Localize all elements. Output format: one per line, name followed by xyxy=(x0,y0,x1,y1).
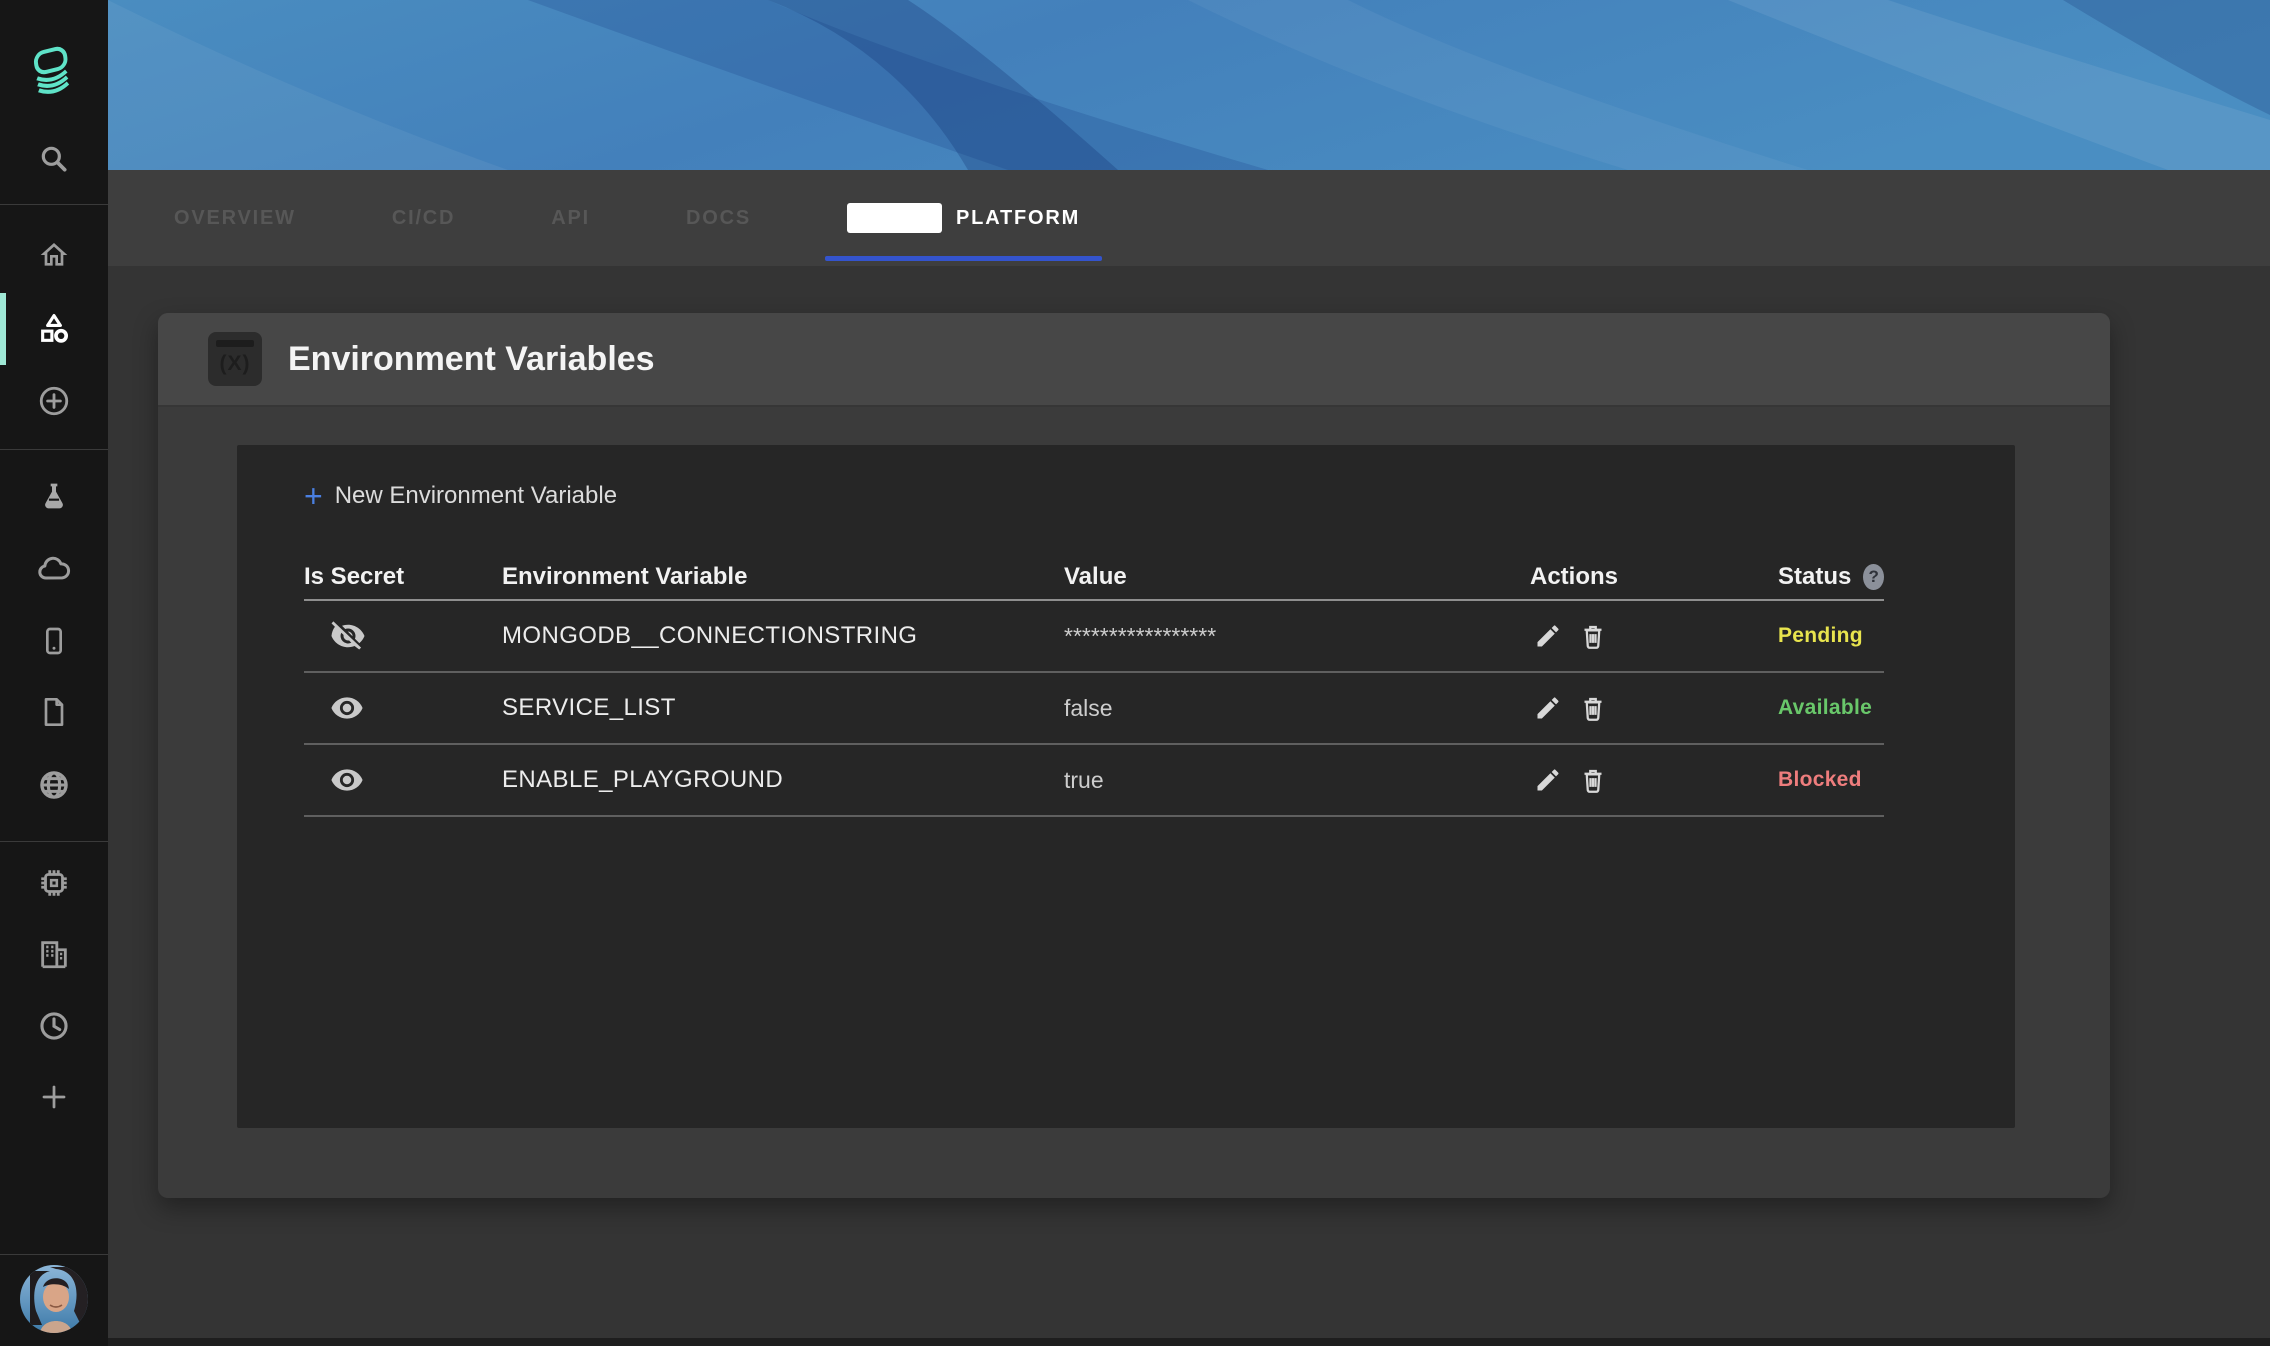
sidebar-item-add[interactable] xyxy=(0,1061,108,1133)
sidebar-item-catalog[interactable] xyxy=(0,293,108,365)
variable-name: MONGODB__CONNECTIONSTRING xyxy=(502,622,1064,650)
user-avatar[interactable] xyxy=(20,1265,88,1333)
variable-name: ENABLE_PLAYGROUND xyxy=(502,766,1064,794)
edit-icon[interactable] xyxy=(1534,766,1562,794)
app-logo[interactable] xyxy=(0,34,108,106)
sidebar-item-mobile[interactable] xyxy=(0,605,108,677)
eye-off-icon[interactable] xyxy=(330,618,366,654)
active-item-indicator xyxy=(0,293,6,365)
tab-label: API xyxy=(551,207,590,230)
variable-value: true xyxy=(1064,767,1530,794)
globe-icon xyxy=(37,768,71,802)
building-icon xyxy=(37,937,71,971)
sidebar-item-docs[interactable] xyxy=(0,676,108,748)
tab-overview[interactable]: OVERVIEW xyxy=(174,170,296,266)
status-help-icon[interactable]: ? xyxy=(1863,564,1884,590)
header-value: Value xyxy=(1064,563,1530,591)
card-header: (X) Environment Variables xyxy=(158,313,2110,407)
bottom-strip xyxy=(108,1338,2270,1346)
sidebar-item-experiments[interactable] xyxy=(0,461,108,533)
header-actions: Actions xyxy=(1530,563,1778,591)
tab-label: OVERVIEW xyxy=(174,207,296,230)
tab-label: DOCS xyxy=(686,207,751,230)
page-title: Environment Variables xyxy=(288,340,655,379)
env-variables-panel: + New Environment Variable Is Secret Env… xyxy=(237,445,2015,1128)
new-environment-variable-button[interactable]: + New Environment Variable xyxy=(304,481,617,511)
sidebar xyxy=(0,0,108,1346)
clock-icon xyxy=(37,1009,71,1043)
sidebar-item-home[interactable] xyxy=(0,219,108,291)
brand-box xyxy=(847,203,942,233)
variable-value: false xyxy=(1064,695,1530,722)
table-header-row: Is Secret Environment Variable Value Act… xyxy=(304,555,1884,601)
header-environment-variable: Environment Variable xyxy=(502,563,1064,591)
tab-cicd[interactable]: CI/CD xyxy=(392,170,455,266)
variable-name: SERVICE_LIST xyxy=(502,694,1064,722)
header-is-secret: Is Secret xyxy=(304,563,502,591)
sidebar-divider xyxy=(0,841,108,842)
sidebar-item-cloud[interactable] xyxy=(0,533,108,605)
banner-waves xyxy=(108,0,2270,170)
environment-variables-card: (X) Environment Variables + New Environm… xyxy=(158,313,2110,1198)
edit-icon[interactable] xyxy=(1534,622,1562,650)
tab-bar: OVERVIEW CI/CD API DOCS PLATFORM xyxy=(108,170,2270,266)
delete-icon[interactable] xyxy=(1578,621,1608,651)
env-variables-table: Is Secret Environment Variable Value Act… xyxy=(304,555,1884,817)
tab-platform[interactable]: PLATFORM xyxy=(847,170,1080,266)
table-body: MONGODB__CONNECTIONSTRING **************… xyxy=(304,601,1884,817)
delete-icon[interactable] xyxy=(1578,693,1608,723)
header-status: Status ? xyxy=(1778,563,1884,591)
env-variables-icon: (X) xyxy=(208,332,262,386)
flask-icon xyxy=(38,481,70,513)
document-icon xyxy=(38,696,70,728)
variable-value: ***************** xyxy=(1064,623,1530,650)
home-icon xyxy=(38,239,70,271)
tab-docs[interactable]: DOCS xyxy=(686,170,751,266)
shapes-icon xyxy=(37,312,71,346)
sidebar-divider xyxy=(0,449,108,450)
header-banner xyxy=(108,0,2270,170)
edit-icon[interactable] xyxy=(1534,694,1562,722)
table-row: ENABLE_PLAYGROUND true Blocked xyxy=(304,745,1884,817)
sidebar-divider xyxy=(0,204,108,205)
tab-label: CI/CD xyxy=(392,207,455,230)
sidebar-item-hardware[interactable] xyxy=(0,847,108,919)
logo-icon xyxy=(26,42,82,98)
tab-label: PLATFORM xyxy=(956,207,1080,230)
table-row: SERVICE_LIST false Available xyxy=(304,673,1884,745)
phone-icon xyxy=(38,625,70,657)
table-row: MONGODB__CONNECTIONSTRING **************… xyxy=(304,601,1884,673)
eye-icon[interactable] xyxy=(330,691,364,725)
eye-icon[interactable] xyxy=(330,763,364,797)
plus-circle-icon xyxy=(37,384,71,418)
tab-api[interactable]: API xyxy=(551,170,590,266)
sidebar-item-search[interactable] xyxy=(0,123,108,195)
delete-icon[interactable] xyxy=(1578,765,1608,795)
sidebar-item-history[interactable] xyxy=(0,990,108,1062)
cloud-icon xyxy=(36,551,72,587)
sidebar-divider xyxy=(0,1254,108,1255)
sidebar-item-create[interactable] xyxy=(0,365,108,437)
search-icon xyxy=(38,143,70,175)
plus-icon: + xyxy=(304,481,323,511)
status-badge: Blocked xyxy=(1778,768,1884,792)
chip-icon xyxy=(37,866,71,900)
status-badge: Available xyxy=(1778,696,1884,720)
sidebar-item-organization[interactable] xyxy=(0,918,108,990)
sidebar-item-web[interactable] xyxy=(0,749,108,821)
plus-icon xyxy=(39,1082,69,1112)
status-badge: Pending xyxy=(1778,624,1884,648)
avatar-photo xyxy=(20,1265,88,1333)
